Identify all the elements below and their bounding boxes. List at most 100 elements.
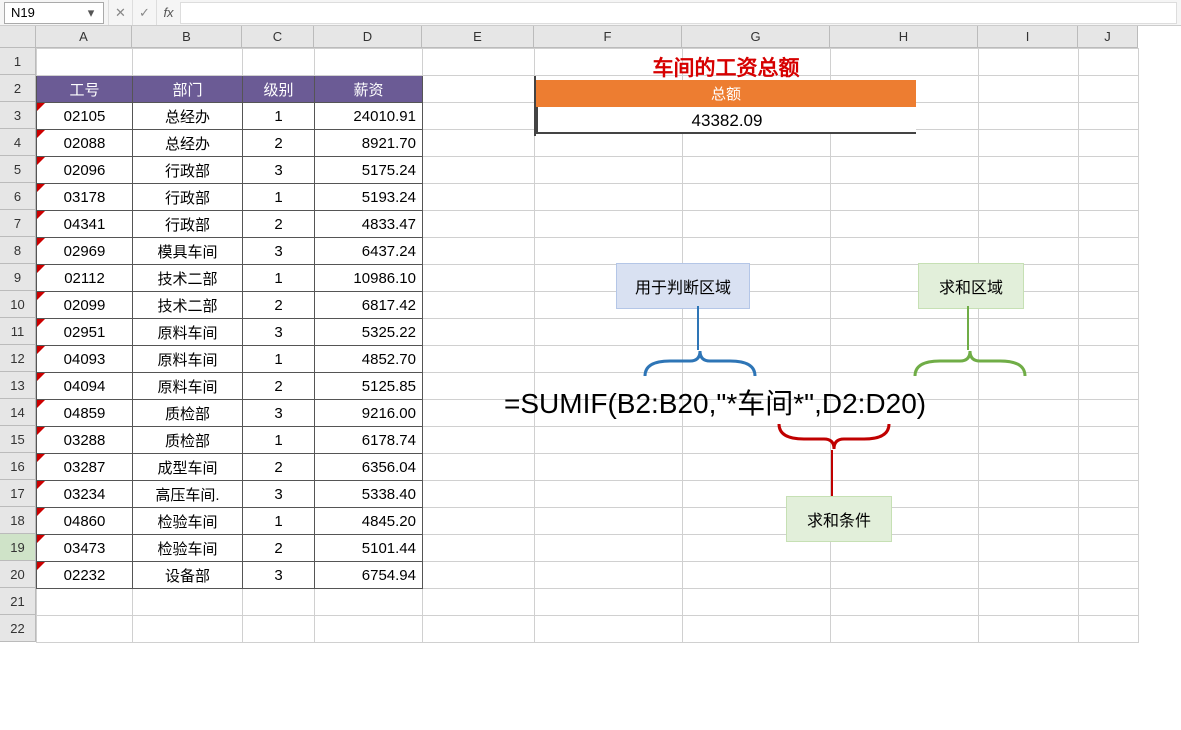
cell-E5[interactable]	[423, 157, 535, 184]
cell-G21[interactable]	[683, 589, 831, 616]
row-header-18[interactable]: 18	[0, 507, 36, 534]
cell-B7[interactable]: 行政部	[133, 211, 243, 238]
cell-F11[interactable]	[535, 319, 683, 346]
cell-D17[interactable]: 5338.40	[315, 481, 423, 508]
cell-E12[interactable]	[423, 346, 535, 373]
col-header-E[interactable]: E	[422, 26, 534, 48]
cell-B19[interactable]: 检验车间	[133, 535, 243, 562]
cell-B22[interactable]	[133, 616, 243, 643]
col-header-I[interactable]: I	[978, 26, 1078, 48]
cell-D21[interactable]	[315, 589, 423, 616]
cell-I5[interactable]	[979, 157, 1079, 184]
cell-A19[interactable]: 03473	[37, 535, 133, 562]
cell-J20[interactable]	[1079, 562, 1139, 589]
cell-A17[interactable]: 03234	[37, 481, 133, 508]
cell-E2[interactable]	[423, 76, 535, 103]
formula-input[interactable]	[180, 2, 1177, 24]
cell-B10[interactable]: 技术二部	[133, 292, 243, 319]
cell-F15[interactable]	[535, 427, 683, 454]
cell-J16[interactable]	[1079, 454, 1139, 481]
cell-J21[interactable]	[1079, 589, 1139, 616]
cell-B11[interactable]: 原料车间	[133, 319, 243, 346]
cell-J6[interactable]	[1079, 184, 1139, 211]
cell-I17[interactable]	[979, 481, 1079, 508]
row-header-3[interactable]: 3	[0, 102, 36, 129]
cell-D16[interactable]: 6356.04	[315, 454, 423, 481]
cell-E15[interactable]	[423, 427, 535, 454]
cell-A16[interactable]: 03287	[37, 454, 133, 481]
cell-C10[interactable]: 2	[243, 292, 315, 319]
cell-B17[interactable]: 高压车间.	[133, 481, 243, 508]
row-header-20[interactable]: 20	[0, 561, 36, 588]
cell-A14[interactable]: 04859	[37, 400, 133, 427]
cell-C13[interactable]: 2	[243, 373, 315, 400]
cell-F21[interactable]	[535, 589, 683, 616]
cell-A3[interactable]: 02105	[37, 103, 133, 130]
cell-A6[interactable]: 03178	[37, 184, 133, 211]
cell-B18[interactable]: 检验车间	[133, 508, 243, 535]
row-header-4[interactable]: 4	[0, 129, 36, 156]
cell-E10[interactable]	[423, 292, 535, 319]
cell-C16[interactable]: 2	[243, 454, 315, 481]
cell-I19[interactable]	[979, 535, 1079, 562]
cell-B3[interactable]: 总经办	[133, 103, 243, 130]
cell-B15[interactable]: 质检部	[133, 427, 243, 454]
cell-D15[interactable]: 6178.74	[315, 427, 423, 454]
col-header-F[interactable]: F	[534, 26, 682, 48]
cell-A18[interactable]: 04860	[37, 508, 133, 535]
cell-H16[interactable]	[831, 454, 979, 481]
cell-B13[interactable]: 原料车间	[133, 373, 243, 400]
cell-A12[interactable]: 04093	[37, 346, 133, 373]
cell-E6[interactable]	[423, 184, 535, 211]
cell-J9[interactable]	[1079, 265, 1139, 292]
cell-A10[interactable]: 02099	[37, 292, 133, 319]
cell-I1[interactable]	[979, 49, 1079, 76]
row-header-22[interactable]: 22	[0, 615, 36, 642]
cell-D1[interactable]	[315, 49, 423, 76]
cell-D10[interactable]: 6817.42	[315, 292, 423, 319]
cell-B1[interactable]	[133, 49, 243, 76]
cell-B12[interactable]: 原料车间	[133, 346, 243, 373]
cell-C18[interactable]: 1	[243, 508, 315, 535]
cell-A20[interactable]: 02232	[37, 562, 133, 589]
cell-H21[interactable]	[831, 589, 979, 616]
cell-D22[interactable]	[315, 616, 423, 643]
col-header-J[interactable]: J	[1078, 26, 1138, 48]
cell-E18[interactable]	[423, 508, 535, 535]
cell-I4[interactable]	[979, 130, 1079, 157]
cell-I8[interactable]	[979, 238, 1079, 265]
cell-I7[interactable]	[979, 211, 1079, 238]
cell-C2[interactable]: 级别	[243, 76, 315, 103]
col-header-G[interactable]: G	[682, 26, 830, 48]
cell-J19[interactable]	[1079, 535, 1139, 562]
row-header-9[interactable]: 9	[0, 264, 36, 291]
cell-F18[interactable]	[535, 508, 683, 535]
cell-E3[interactable]	[423, 103, 535, 130]
cell-D18[interactable]: 4845.20	[315, 508, 423, 535]
cell-D9[interactable]: 10986.10	[315, 265, 423, 292]
cell-H5[interactable]	[831, 157, 979, 184]
cell-E22[interactable]	[423, 616, 535, 643]
cell-C21[interactable]	[243, 589, 315, 616]
cell-C11[interactable]: 3	[243, 319, 315, 346]
cell-C3[interactable]: 1	[243, 103, 315, 130]
cell-F19[interactable]	[535, 535, 683, 562]
cell-G22[interactable]	[683, 616, 831, 643]
cell-D19[interactable]: 5101.44	[315, 535, 423, 562]
cell-H6[interactable]	[831, 184, 979, 211]
cell-B5[interactable]: 行政部	[133, 157, 243, 184]
row-header-15[interactable]: 15	[0, 426, 36, 453]
cell-C20[interactable]: 3	[243, 562, 315, 589]
name-box[interactable]: N19 ▾	[4, 2, 104, 24]
cell-D2[interactable]: 薪资	[315, 76, 423, 103]
cell-E4[interactable]	[423, 130, 535, 157]
cell-A9[interactable]: 02112	[37, 265, 133, 292]
cell-C22[interactable]	[243, 616, 315, 643]
cell-B9[interactable]: 技术二部	[133, 265, 243, 292]
cell-F17[interactable]	[535, 481, 683, 508]
cell-B14[interactable]: 质检部	[133, 400, 243, 427]
cell-G8[interactable]	[683, 238, 831, 265]
confirm-formula-icon[interactable]: ✓	[132, 0, 156, 25]
cell-C17[interactable]: 3	[243, 481, 315, 508]
cell-B2[interactable]: 部门	[133, 76, 243, 103]
